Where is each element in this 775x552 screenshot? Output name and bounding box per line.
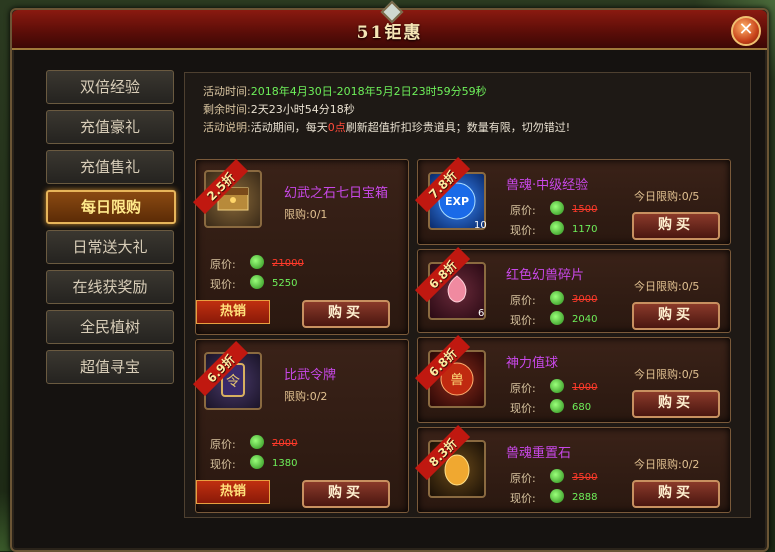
now-price-label: 现价:	[210, 458, 236, 471]
shop-card-large: 2.5折 幻武之石七日宝箱 限购:0/1 原价: 21000 现价: 5250 …	[192, 158, 409, 335]
orig-price-label: 原价:	[510, 472, 536, 485]
svg-text:兽: 兽	[450, 373, 463, 388]
item-limit: 限购:0/2	[284, 390, 328, 403]
item-limit: 今日限购:0/2	[634, 458, 700, 471]
now-price-label: 现价:	[510, 314, 536, 327]
sidebar-item-daily-limited[interactable]: 每日限购	[46, 190, 176, 224]
item-count: 6	[478, 308, 485, 319]
item-name: 比武令牌	[284, 368, 337, 383]
coin-icon	[550, 379, 564, 393]
sidebar-item-double-exp[interactable]: 双倍经验	[46, 70, 174, 104]
close-button[interactable]: ✕	[731, 16, 761, 46]
sidebar-item-treasure-hunt[interactable]: 超值寻宝	[46, 350, 174, 384]
shop-card-small: EXP 10 7.8折 兽魂·中级经验 今日限购:0/5 原价: 1500 现价…	[414, 156, 731, 245]
orig-price-label: 原价:	[510, 382, 536, 395]
buy-button[interactable]: 购买	[632, 302, 720, 330]
item-name: 兽魂·中级经验	[506, 178, 589, 193]
desc-text-post: 刷新超值折扣珍贵道具；数量有限，切勿错过!	[345, 121, 571, 134]
desc-highlight: 0点	[327, 121, 346, 134]
now-price: 5250	[272, 278, 298, 289]
orig-price: 1000	[572, 382, 598, 393]
orig-price-label: 原价:	[210, 258, 236, 271]
sidebar: 双倍经验 充值豪礼 充值售礼 每日限购 日常送大礼 在线获奖励 全民植树 超值寻…	[46, 70, 176, 390]
window-title: 51钜惠	[356, 23, 423, 43]
buy-button[interactable]: 购买	[302, 300, 390, 328]
now-price-label: 现价:	[210, 278, 236, 291]
orig-price: 2000	[272, 438, 298, 449]
sidebar-item-daily-gift[interactable]: 日常送大礼	[46, 230, 174, 264]
item-limit: 今日限购:0/5	[634, 368, 700, 381]
orig-price: 21000	[272, 258, 304, 269]
now-price: 680	[572, 402, 592, 413]
now-price: 1380	[272, 458, 298, 469]
orig-price-label: 原价:	[510, 294, 536, 307]
sidebar-item-tree-planting[interactable]: 全民植树	[46, 310, 174, 344]
svg-text:EXP: EXP	[445, 195, 469, 208]
item-name: 幻武之石七日宝箱	[284, 186, 389, 201]
shop-card-small: 8.3折 兽魂重置石 今日限购:0/2 原价: 3500 现价: 2888 购买	[414, 424, 731, 513]
item-name: 神力值球	[506, 356, 559, 371]
hot-sale-badge: 热销	[196, 480, 270, 504]
item-limit: 限购:0/1	[284, 208, 328, 221]
coin-icon	[550, 291, 564, 305]
item-limit: 今日限购:0/5	[634, 280, 700, 293]
orig-price-label: 原价:	[210, 438, 236, 451]
hot-sale-badge: 热销	[196, 300, 270, 324]
item-limit: 今日限购:0/5	[634, 190, 700, 203]
orig-price: 3500	[572, 472, 598, 483]
desc-text-pre: 活动期间，每天	[250, 121, 328, 134]
coin-icon	[550, 489, 564, 503]
coin-icon	[250, 435, 264, 449]
coin-icon	[550, 201, 564, 215]
coin-icon	[550, 221, 564, 235]
item-name: 兽魂重置石	[506, 446, 572, 461]
orig-price-label: 原价:	[510, 204, 536, 217]
desc-label: 活动说明:	[203, 121, 251, 134]
buy-button[interactable]: 购买	[632, 390, 720, 418]
sidebar-item-online-reward[interactable]: 在线获奖励	[46, 270, 174, 304]
now-price: 1170	[572, 224, 598, 235]
sidebar-item-recharge-gift[interactable]: 充值豪礼	[46, 110, 174, 144]
coin-icon	[550, 311, 564, 325]
svg-text:令: 令	[226, 374, 240, 390]
now-price: 2888	[572, 492, 598, 503]
time-value: 2018年4月30日-2018年5月2日23时59分59秒	[250, 85, 487, 98]
coin-icon	[550, 469, 564, 483]
remain-value: 2天23小时54分18秒	[250, 103, 355, 116]
shop-panel: 活动时间:2018年4月30日-2018年5月2日23时59分59秒 剩余时间:…	[184, 72, 751, 518]
sidebar-item-recharge-sale[interactable]: 充值售礼	[46, 150, 174, 184]
item-name: 红色幻兽碎片	[506, 268, 585, 283]
buy-button[interactable]: 购买	[632, 480, 720, 508]
buy-button[interactable]: 购买	[632, 212, 720, 240]
coin-icon	[550, 399, 564, 413]
shop-card-small: 兽 6.8折 神力值球 今日限购:0/5 原价: 1000 现价: 680 购买	[414, 334, 731, 423]
now-price-label: 现价:	[510, 402, 536, 415]
coin-icon	[250, 455, 264, 469]
buy-button[interactable]: 购买	[302, 480, 390, 508]
event-window: 51钜惠 ✕ 双倍经验 充值豪礼 充值售礼 每日限购 日常送大礼 在线获奖励 全…	[10, 0, 769, 552]
now-price-label: 现价:	[510, 224, 536, 237]
item-count: 10	[474, 220, 487, 231]
title-bar: 51钜惠 ✕	[12, 0, 767, 50]
coin-icon	[250, 255, 264, 269]
now-price: 2040	[572, 314, 598, 325]
event-info: 活动时间:2018年4月30日-2018年5月2日23时59分59秒 剩余时间:…	[203, 83, 570, 137]
orig-price: 3000	[572, 294, 598, 305]
shop-card-small: 6 6.8折 红色幻兽碎片 今日限购:0/5 原价: 3000 现价: 2040…	[414, 246, 731, 333]
coin-icon	[250, 275, 264, 289]
remain-label: 剩余时间:	[203, 103, 251, 116]
time-label: 活动时间:	[203, 85, 251, 98]
shop-card-large: 令 6.9折 比武令牌 限购:0/2 原价: 2000 现价: 1380 热销 …	[192, 339, 409, 513]
now-price-label: 现价:	[510, 492, 536, 505]
orig-price: 1500	[572, 204, 598, 215]
